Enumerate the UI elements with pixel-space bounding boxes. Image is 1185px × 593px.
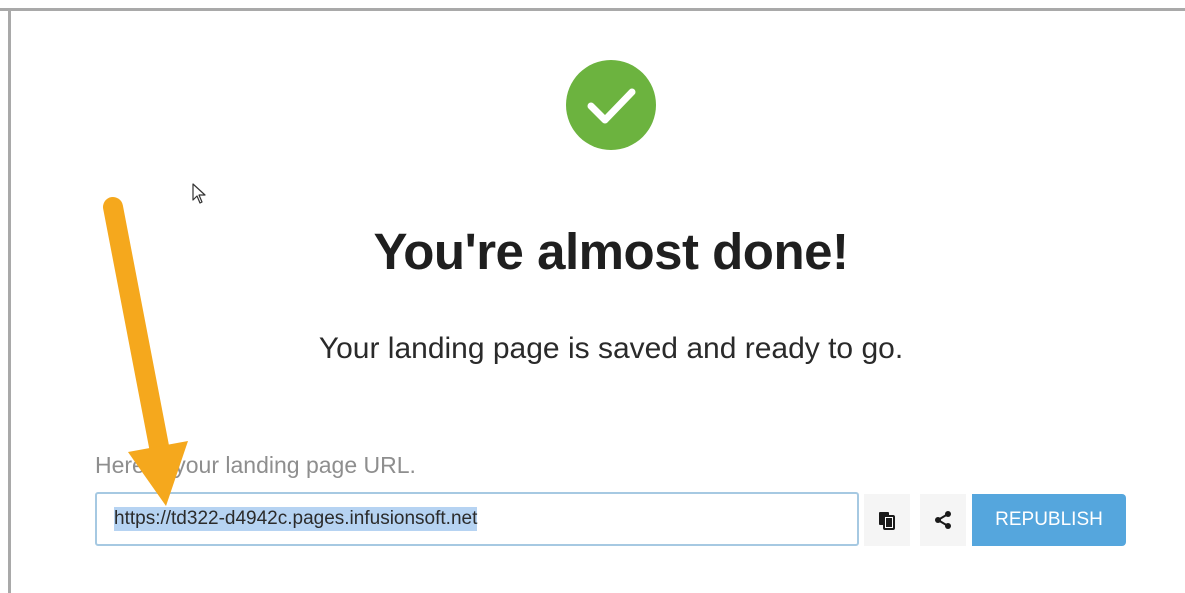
page-subtitle: Your landing page is saved and ready to … (318, 332, 904, 365)
url-field[interactable]: https://td322-d4942c.pages.infusionsoft.… (95, 492, 859, 546)
copy-icon (879, 512, 895, 530)
copy-url-button[interactable] (864, 494, 910, 546)
mouse-pointer-icon (191, 183, 207, 210)
url-label: Here is your landing page URL. (95, 452, 416, 478)
page-title: You're almost done! (373, 223, 849, 280)
window-border-top (0, 8, 1185, 11)
window-border-left (8, 8, 11, 593)
share-url-button[interactable] (920, 494, 966, 546)
confirmation-page: You're almost done! Your landing page is… (0, 0, 1185, 593)
url-field-value: https://td322-d4942c.pages.infusionsoft.… (114, 507, 478, 531)
checkmark-icon (566, 60, 656, 150)
republish-button[interactable]: REPUBLISH (972, 494, 1126, 546)
share-icon (935, 511, 951, 529)
